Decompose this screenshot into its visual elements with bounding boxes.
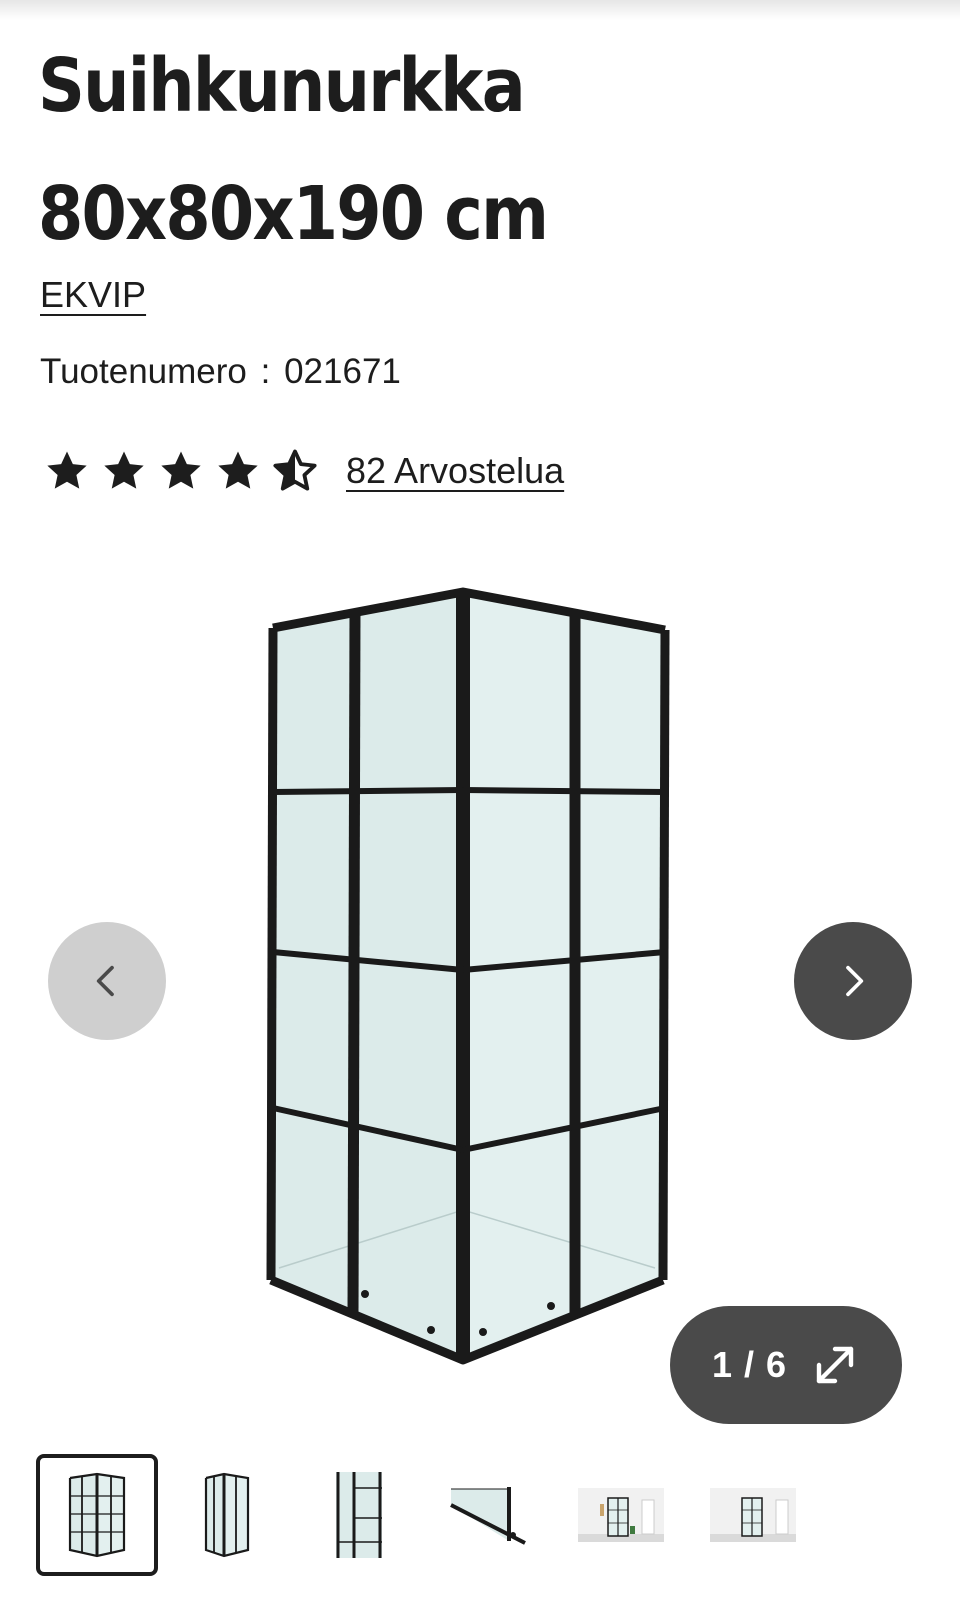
reviews-link[interactable]: 82 Arvostelua bbox=[346, 450, 564, 492]
thumbnail-6[interactable] bbox=[692, 1454, 814, 1576]
product-gallery: 1 / 6 bbox=[0, 560, 960, 1424]
header-shadow bbox=[0, 0, 960, 20]
thumbnail-2[interactable] bbox=[166, 1454, 288, 1576]
product-number: Tuotenumero : 021671 bbox=[40, 352, 401, 392]
product-number-label: Tuotenumero bbox=[40, 352, 247, 391]
thumbnail-5[interactable] bbox=[560, 1454, 682, 1576]
gallery-counter-button[interactable]: 1 / 6 bbox=[670, 1306, 902, 1424]
product-title: Suihkunurkka 80x80x190 cm bbox=[38, 43, 549, 257]
chevron-right-icon bbox=[846, 965, 864, 997]
product-main-image[interactable] bbox=[255, 580, 695, 1370]
rating-row: 82 Arvostelua bbox=[44, 448, 564, 494]
star-full-icon bbox=[104, 451, 144, 489]
star-full-icon bbox=[161, 451, 201, 489]
star-full-icon bbox=[218, 451, 258, 489]
star-full-icon bbox=[47, 451, 87, 489]
brand-link[interactable]: EKVIP bbox=[40, 274, 146, 316]
thumbnail-profile-image bbox=[450, 1487, 526, 1545]
thumbnail-panel-image bbox=[336, 1472, 382, 1558]
thumbnail-3[interactable] bbox=[298, 1454, 420, 1576]
gallery-next-button[interactable] bbox=[794, 922, 912, 1040]
thumbnail-bathroom-image bbox=[710, 1488, 796, 1542]
thumbnail-bathroom-image bbox=[578, 1488, 664, 1542]
gallery-prev-button[interactable] bbox=[48, 922, 166, 1040]
thumbnail-strip bbox=[36, 1454, 936, 1576]
thumbnail-shower-side-image bbox=[204, 1472, 250, 1558]
thumbnail-1[interactable] bbox=[36, 1454, 158, 1576]
product-number-value: 021671 bbox=[284, 352, 401, 391]
chevron-left-icon bbox=[96, 965, 114, 997]
expand-icon bbox=[816, 1346, 854, 1384]
star-half-icon bbox=[273, 449, 317, 491]
thumbnail-4[interactable] bbox=[428, 1454, 550, 1576]
gallery-counter: 1 / 6 bbox=[712, 1344, 788, 1385]
thumbnail-shower-front-image bbox=[68, 1472, 126, 1558]
product-number-separator: : bbox=[260, 352, 271, 391]
rating-stars bbox=[44, 448, 318, 494]
